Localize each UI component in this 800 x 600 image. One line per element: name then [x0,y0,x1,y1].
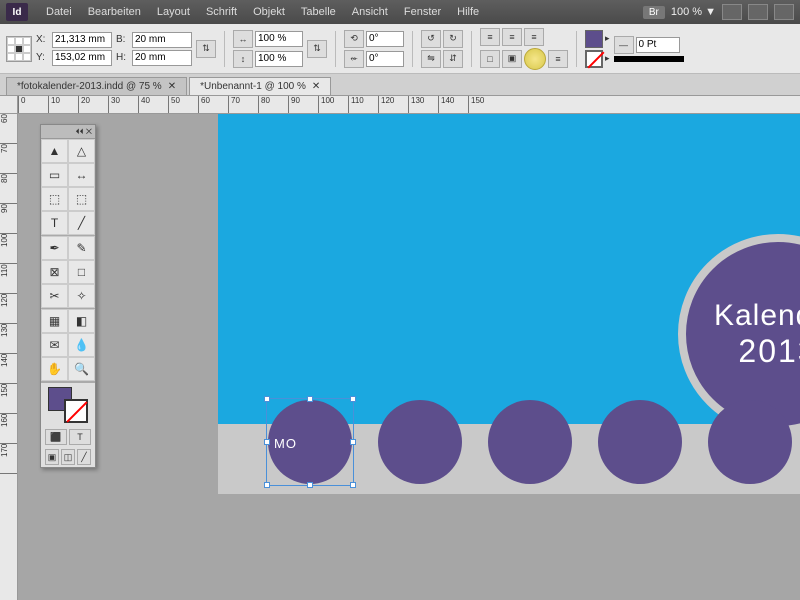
rotate-cw-icon[interactable]: ↻ [443,30,463,48]
day-circle-2[interactable] [378,400,462,484]
scale-y-field[interactable] [255,51,303,67]
selection-box[interactable] [266,398,354,486]
day-circle-5[interactable] [708,400,792,484]
day-circle-4[interactable] [598,400,682,484]
ruler-vertical[interactable]: 60708090100110120130140150160170 [0,114,18,600]
free-transform-tool[interactable]: ✧ [68,284,95,308]
stroke-weight-field[interactable] [636,37,680,53]
content-collector-tool[interactable]: ⬚ [41,187,68,211]
scale-x-field[interactable] [255,31,303,47]
close-icon[interactable]: ✕ [312,81,320,92]
selection-tool[interactable]: ▲ [41,139,68,163]
stroke-style[interactable] [614,56,684,62]
height-field[interactable] [132,50,192,66]
close-icon[interactable]: ✕ [168,81,176,92]
color-mode[interactable]: ◫ [61,449,75,465]
menu-layout[interactable]: Layout [149,6,198,18]
align-right-icon[interactable]: ≡ [524,28,544,46]
ruler-horizontal[interactable]: 0102030405060708090100110120130140150 [18,96,800,114]
day-circle-3[interactable] [488,400,572,484]
gradient-feather-tool[interactable]: ◧ [68,309,95,333]
menu-ansicht[interactable]: Ansicht [344,6,396,18]
scale-y-icon: ↕ [233,50,253,68]
y-field[interactable] [52,50,112,66]
constrain-scale-icon[interactable]: ⇅ [307,40,327,58]
wrap-jump-icon[interactable]: ≡ [548,50,568,68]
fill-swatch[interactable] [585,30,603,48]
line-tool[interactable]: ╱ [68,211,95,235]
content-placer-tool[interactable]: ⬚ [68,187,95,211]
wrap-none-icon[interactable]: □ [480,50,500,68]
menu-fenster[interactable]: Fenster [396,6,449,18]
page-tool[interactable]: ▭ [41,163,68,187]
shear-icon: ⬰ [344,50,364,68]
menu-schrift[interactable]: Schrift [198,6,245,18]
color-mode[interactable]: ╱ [77,449,91,465]
format-toggle[interactable]: ⬛ [45,429,67,445]
pen-tool[interactable]: ✒ [41,236,68,260]
rotate-field[interactable] [366,31,404,47]
width-field[interactable] [132,32,192,48]
stroke-weight-icon: — [614,36,634,54]
rotate-icon: ⟲ [344,30,364,48]
menu-objekt[interactable]: Objekt [245,6,293,18]
reference-point[interactable] [6,36,32,62]
x-field[interactable] [52,32,112,48]
scissors-tool[interactable]: ✂ [41,284,68,308]
document-tab[interactable]: *Unbenannt-1 @ 100 %✕ [189,77,331,95]
flip-h-icon[interactable]: ⇋ [421,50,441,68]
screen-mode-icon[interactable] [722,4,742,20]
direct-selection-tool[interactable]: △ [68,139,95,163]
stroke-swatch[interactable] [585,50,603,68]
rectangle-tool[interactable]: □ [68,260,95,284]
constrain-wh-icon[interactable]: ⇅ [196,40,216,58]
wrap-shape-icon[interactable] [524,48,546,70]
menu-datei[interactable]: Datei [38,6,80,18]
menu-bearbeiten[interactable]: Bearbeiten [80,6,149,18]
fill-stroke-proxy[interactable] [48,387,88,423]
scale-x-icon: ↔ [233,30,253,48]
workspace: 0102030405060708090100110120130140150 60… [0,96,800,600]
document-tab[interactable]: *fotokalender-2013.indd @ 75 %✕ [6,77,187,95]
arrange-icon[interactable] [748,4,768,20]
align-left-icon[interactable]: ≡ [480,28,500,46]
eyedropper-tool[interactable]: 💧 [68,333,95,357]
align-center-icon[interactable]: ≡ [502,28,522,46]
bridge-button[interactable]: Br [643,6,665,19]
page: Kalender 2013 MO [218,114,800,494]
hand-tool[interactable]: ✋ [41,357,68,381]
rotate-ccw-icon[interactable]: ↺ [421,30,441,48]
menubar: Id DateiBearbeitenLayoutSchriftObjektTab… [0,0,800,24]
toolbox-header[interactable]: ⏴⏴ ✕ [41,125,95,139]
control-panel: X: Y: B: H: ⇅ ↔ ↕ ⇅ ⟲ ⬰ ↺ ↻ ⇋ ⇵ ≡ ≡ ≡ □ [0,24,800,74]
title-line2: 2013 [738,333,800,370]
color-mode[interactable]: ▣ [45,449,59,465]
title-line1: Kalender [714,299,800,333]
pencil-tool[interactable]: ✎ [68,236,95,260]
flip-v-icon[interactable]: ⇵ [443,50,463,68]
format-toggle[interactable]: T [69,429,91,445]
gap-tool[interactable]: ↔ [68,163,95,187]
app-logo: Id [6,3,28,21]
document-tabs: *fotokalender-2013.indd @ 75 %✕*Unbenann… [0,74,800,96]
stroke-color[interactable] [64,399,88,423]
zoom-tool[interactable]: 🔍 [68,357,95,381]
menu-hilfe[interactable]: Hilfe [449,6,487,18]
canvas[interactable]: Kalender 2013 MO ⏴⏴ ✕ ▲△▭↔⬚⬚T╱✒✎⊠□✂✧▦◧✉💧… [18,114,800,600]
note-tool[interactable]: ✉ [41,333,68,357]
type-tool[interactable]: T [41,211,68,235]
shear-field[interactable] [366,51,404,67]
rectangle-frame-tool[interactable]: ⊠ [41,260,68,284]
toolbox: ⏴⏴ ✕ ▲△▭↔⬚⬚T╱✒✎⊠□✂✧▦◧✉💧✋🔍 ⬛T ▣◫╱ [40,124,96,468]
menu-tabelle[interactable]: Tabelle [293,6,344,18]
ruler-origin[interactable] [0,96,18,114]
gradient-swatch-tool[interactable]: ▦ [41,309,68,333]
workspace-icon[interactable] [774,4,794,20]
wrap-around-icon[interactable]: ▣ [502,50,522,68]
zoom-level[interactable]: 100 % ▼ [671,6,716,18]
